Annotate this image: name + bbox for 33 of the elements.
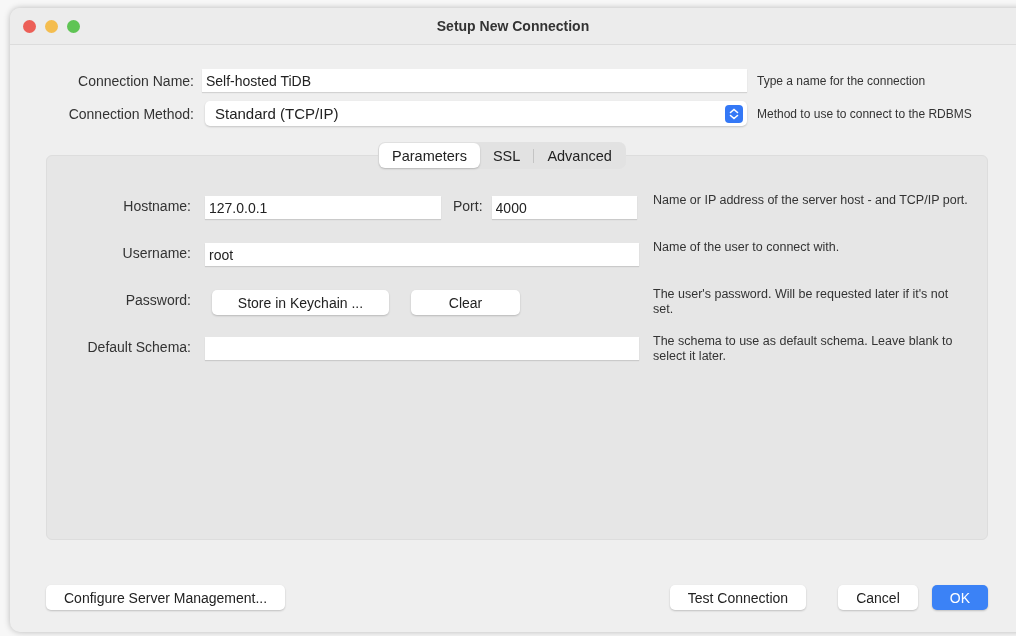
field-label: Username: bbox=[121, 244, 191, 263]
input-field[interactable]: Self-hosted TiDB bbox=[202, 69, 747, 92]
field-label: Hostname: bbox=[122, 197, 191, 216]
tab[interactable]: Parameters bbox=[379, 143, 480, 168]
button[interactable]: Test Connection bbox=[669, 585, 807, 610]
hint-text: Type a name for the connection bbox=[756, 73, 927, 88]
hint-text: The user's password. Will be requested later if it's not set. bbox=[653, 287, 950, 318]
field-label: Password: bbox=[124, 291, 191, 310]
button[interactable]: Cancel bbox=[838, 585, 918, 610]
input-field[interactable]: 127.0.0.1 bbox=[205, 196, 441, 219]
input-field[interactable]: 4000 bbox=[491, 196, 637, 219]
field-label: Connection Name: bbox=[77, 72, 194, 89]
button[interactable]: Clear bbox=[411, 290, 520, 315]
window-title: Setup New Connection bbox=[436, 18, 590, 34]
button[interactable]: Configure Server Management... bbox=[46, 585, 286, 610]
field-label: Port: bbox=[453, 198, 483, 214]
hint-text: Name or IP address of the server host - and TCP/IP port. bbox=[653, 193, 969, 209]
tab[interactable]: SSL bbox=[479, 143, 534, 168]
button[interactable]: Store in Keychain ... bbox=[212, 290, 389, 315]
hint-text: Name of the user to connect with. bbox=[653, 240, 841, 256]
tab[interactable]: Advanced bbox=[534, 143, 625, 168]
zoom-button[interactable] bbox=[67, 19, 80, 33]
field-label: Default Schema: bbox=[86, 338, 191, 357]
connection-method-dropdown[interactable]: Standard (TCP/IP) bbox=[205, 101, 747, 126]
field-label: Connection Method: bbox=[67, 105, 194, 122]
minimize-button[interactable] bbox=[45, 19, 58, 33]
input-field[interactable]: root bbox=[205, 243, 639, 266]
close-button[interactable] bbox=[23, 19, 36, 33]
button[interactable]: OK bbox=[931, 585, 988, 610]
hint-text: The schema to use as default schema. Leave blank to select it later. bbox=[653, 334, 954, 365]
chevron-icon bbox=[725, 104, 743, 123]
input-field[interactable] bbox=[205, 337, 639, 360]
hint-text: Method to use to connect to the RDBMS bbox=[756, 106, 973, 121]
